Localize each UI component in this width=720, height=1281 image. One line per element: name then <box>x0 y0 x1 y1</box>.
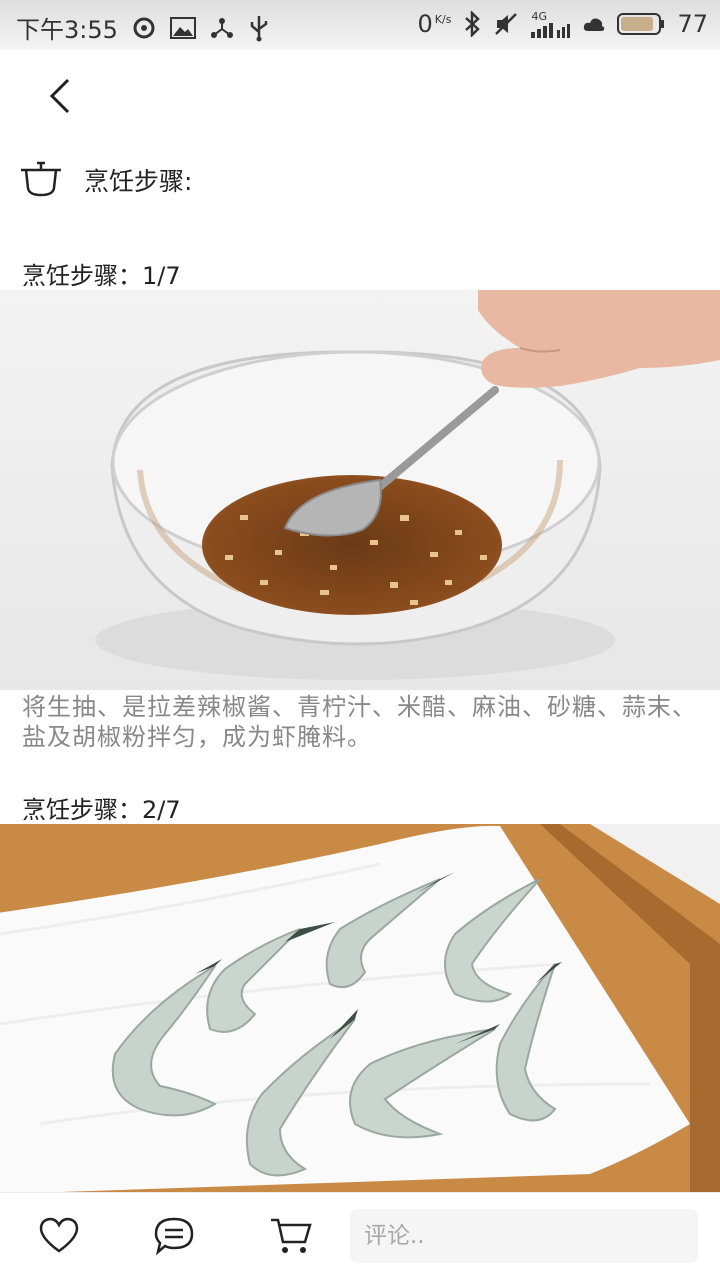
bluetooth-icon <box>463 10 481 38</box>
status-time: 下午3:55 <box>16 16 118 44</box>
heart-icon <box>39 1217 79 1253</box>
battery-level: 77 <box>677 10 708 38</box>
step-label: 烹饪步骤：1/7 <box>22 262 181 290</box>
network-speed: 0 <box>417 10 433 38</box>
section-title: 烹饪步骤: <box>84 167 193 196</box>
section-header: 烹饪步骤: <box>20 158 192 202</box>
share-icon <box>210 14 234 42</box>
chat-bubble-icon <box>154 1217 194 1256</box>
back-button[interactable] <box>40 74 84 118</box>
image-icon <box>169 14 196 42</box>
chevron-left-icon <box>49 78 70 114</box>
like-button[interactable] <box>38 1215 80 1257</box>
step-photo <box>0 824 720 1192</box>
bottom-action-bar <box>0 1192 720 1281</box>
step-photo <box>0 290 720 690</box>
signal-icon <box>531 22 571 38</box>
usb-icon <box>248 14 270 42</box>
comment-button[interactable] <box>153 1215 195 1257</box>
cloud-icon <box>583 10 605 38</box>
step-description: 将生抽、是拉差辣椒酱、青柠汁、米醋、麻油、砂糖、蒜末、盐及胡椒粉拌匀，成为虾腌料… <box>22 693 697 751</box>
comment-input[interactable] <box>350 1209 698 1263</box>
weibo-icon <box>132 14 156 42</box>
cooking-pot-icon <box>20 158 62 202</box>
cart-button[interactable] <box>269 1215 312 1257</box>
top-bar <box>0 50 720 142</box>
network-type: 4G <box>531 9 547 23</box>
network-speed-unit: K/s <box>434 13 452 26</box>
step-label: 烹饪步骤：2/7 <box>22 796 181 824</box>
battery-icon <box>617 10 665 38</box>
mute-icon <box>493 10 519 38</box>
status-bar: 下午3:55 0 K/s 4G 77 <box>0 0 720 50</box>
shopping-cart-icon <box>271 1218 312 1253</box>
